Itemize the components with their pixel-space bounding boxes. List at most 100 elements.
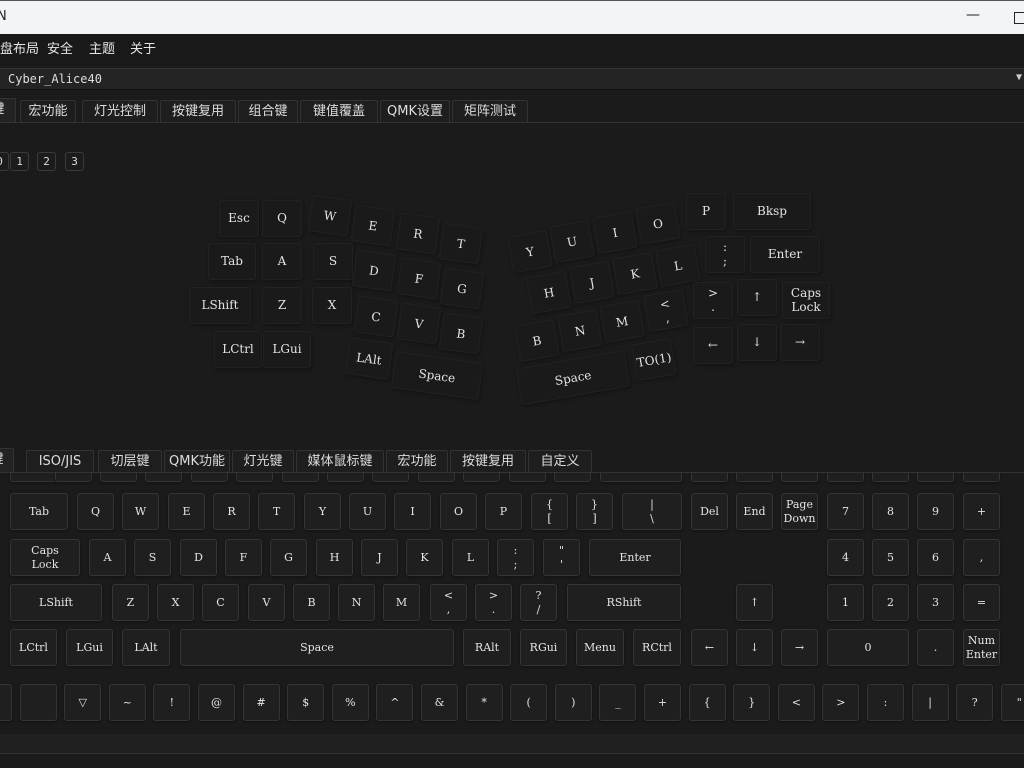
keycode-key[interactable]: LGui (66, 629, 113, 666)
keycode-key[interactable]: ↑ (736, 584, 773, 621)
keycode-key[interactable] (736, 473, 773, 482)
tab-1[interactable]: 宏功能 (20, 100, 76, 123)
split-key[interactable]: LShift (189, 286, 251, 324)
keycode-key[interactable]: E (168, 493, 205, 530)
split-key[interactable]: N (557, 308, 603, 352)
keycode-key[interactable]: { (688, 684, 726, 721)
keycode-key[interactable]: N (338, 584, 375, 621)
keycode-tab-3[interactable]: QMK功能 (164, 450, 230, 473)
split-key[interactable]: U (549, 219, 595, 263)
keycode-key[interactable]: & (421, 684, 458, 721)
keycode-key[interactable]: 9 (418, 473, 455, 482)
keycode-key[interactable]: 8 (372, 473, 409, 482)
keycode-key[interactable]: " ' (543, 539, 580, 576)
split-key[interactable]: Esc (219, 199, 259, 237)
keycode-key[interactable]: ? (956, 684, 994, 721)
keycode-key[interactable]: I (394, 493, 431, 530)
menu-theme[interactable]: 主题 (89, 38, 115, 57)
split-key[interactable]: Enter (750, 235, 820, 273)
keycode-key[interactable]: LCtrl (10, 629, 57, 666)
keycode-tab-0[interactable]: 键 (0, 448, 14, 473)
keycode-key[interactable]: L (452, 539, 489, 576)
split-key[interactable]: T (438, 221, 484, 265)
keycode-key[interactable]: > . (475, 584, 512, 621)
keycode-key[interactable]: → (781, 629, 818, 666)
minimize-icon[interactable]: — (966, 7, 980, 23)
layer-button-0[interactable]: 0 (0, 152, 9, 171)
keycode-key[interactable] (600, 473, 682, 482)
keycode-key[interactable]: 5 (236, 473, 273, 482)
split-key[interactable]: : ; (705, 235, 745, 273)
keycode-key[interactable]: @ (198, 684, 235, 721)
layer-button-1[interactable]: 1 (10, 152, 29, 171)
keycode-key[interactable]: < (777, 684, 815, 721)
keycode-key[interactable]: 5 (872, 539, 909, 576)
split-key[interactable]: LCtrl (214, 330, 262, 368)
keycode-key[interactable]: B (293, 584, 330, 621)
keycode-key[interactable]: 1 (55, 473, 92, 482)
split-key[interactable]: Z (262, 286, 302, 324)
keycode-key[interactable]: ! (153, 684, 191, 721)
keycode-tab-2[interactable]: 切层键 (98, 450, 162, 473)
keycode-key[interactable]: 3 (917, 584, 954, 621)
keycode-key[interactable]: End (736, 493, 773, 530)
split-key[interactable]: O (635, 201, 681, 245)
tab-4[interactable]: 组合键 (238, 100, 298, 123)
keycode-key[interactable]: ~ (108, 684, 146, 721)
split-key[interactable]: V (396, 301, 442, 345)
split-key[interactable]: Tab (208, 242, 256, 280)
keycode-key[interactable]: 4 (191, 473, 228, 482)
keycode-key[interactable]: + (644, 684, 681, 721)
split-key[interactable]: < , (643, 288, 689, 332)
keycode-key[interactable] (19, 684, 57, 721)
keycode-key[interactable]: 2 (100, 473, 137, 482)
menu-security[interactable]: 安全 (47, 38, 73, 57)
keycode-key[interactable] (554, 473, 591, 482)
keycode-key[interactable]: LShift (10, 584, 102, 621)
split-key[interactable]: I (592, 210, 638, 254)
split-key[interactable]: B (514, 318, 560, 362)
split-key[interactable]: G (439, 266, 485, 310)
tab-2[interactable]: 灯光控制 (82, 100, 158, 123)
split-key[interactable]: P (686, 192, 726, 230)
keycode-tab-1[interactable]: ISO/JIS (26, 450, 94, 473)
menu-layout[interactable]: 键盘布局 (0, 38, 39, 57)
keycode-key[interactable]: H (316, 539, 353, 576)
keycode-key[interactable]: Q (77, 493, 114, 530)
keycode-key[interactable]: A (89, 539, 126, 576)
keycode-key[interactable]: O (440, 493, 477, 530)
split-key[interactable]: H (526, 270, 572, 314)
split-key[interactable]: D (351, 248, 397, 292)
maximize-icon[interactable] (1014, 12, 1024, 24)
keycode-key[interactable]: 3 (145, 473, 182, 482)
split-key[interactable]: → (780, 323, 820, 361)
split-key[interactable]: Bksp (733, 192, 811, 230)
keycode-tab-5[interactable]: 媒体鼠标键 (296, 450, 384, 473)
device-select[interactable]: Cyber_Alice40 ▼ (0, 68, 1024, 90)
keycode-key[interactable]: V (248, 584, 285, 621)
keycode-key[interactable]: ← (691, 629, 728, 666)
keycode-tab-6[interactable]: 宏功能 (386, 450, 448, 473)
keycode-tab-8[interactable]: 自定义 (528, 450, 592, 473)
keycode-key[interactable]: Menu (576, 629, 624, 666)
split-key[interactable]: > . (693, 281, 733, 319)
keycode-key[interactable]: X (157, 584, 194, 621)
split-key[interactable]: LGui (263, 330, 311, 368)
keycode-key[interactable]: # (242, 684, 280, 721)
keycode-tab-4[interactable]: 灯光键 (232, 450, 294, 473)
split-key[interactable]: F (396, 256, 442, 300)
keycode-key[interactable]: RGui (520, 629, 567, 666)
split-key[interactable]: X (312, 286, 352, 324)
keycode-key[interactable]: ^ (376, 684, 414, 721)
keycode-key[interactable]: D (180, 539, 217, 576)
layer-button-3[interactable]: 3 (65, 152, 84, 171)
split-key[interactable]: J (569, 260, 615, 304)
keycode-key[interactable]: 2 (872, 584, 909, 621)
keycode-key[interactable]: 8 (872, 493, 909, 530)
keycode-key[interactable]: P (485, 493, 522, 530)
keycode-key[interactable]: ↓ (736, 629, 773, 666)
keycode-key[interactable]: Z (112, 584, 149, 621)
tab-5[interactable]: 键值覆盖 (300, 100, 378, 123)
keycode-key[interactable]: T (258, 493, 295, 530)
split-key[interactable]: M (599, 299, 645, 343)
